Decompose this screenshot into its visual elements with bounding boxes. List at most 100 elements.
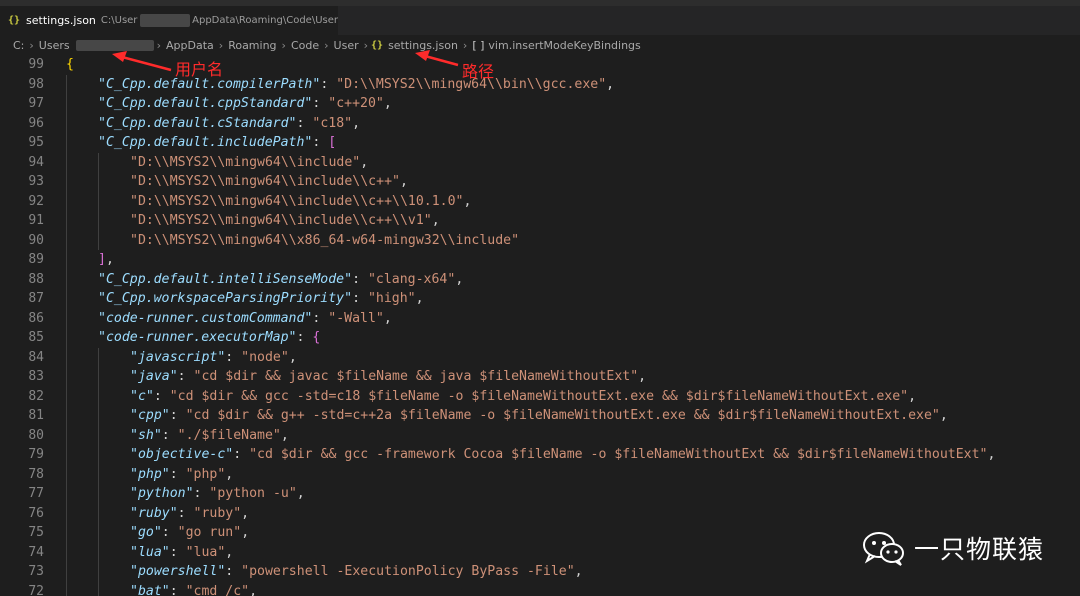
code-line[interactable]: 91 "D:\\MSYS2\\mingw64\\include\\c++\\v1"… bbox=[0, 211, 1080, 231]
json-string: "D:\\MSYS2\\mingw64\\include\\c++\\v1" bbox=[130, 213, 432, 228]
code-line[interactable]: 87 "C_Cpp.workspaceParsingPriority": "hig… bbox=[0, 289, 1080, 309]
chevron-right-icon: › bbox=[218, 38, 224, 52]
json-key: "C_Cpp.default.cStandard" bbox=[98, 115, 297, 131]
breadcrumb-users[interactable]: Users bbox=[39, 39, 70, 52]
line-number: 92 bbox=[28, 193, 44, 209]
code-line[interactable]: 78 "php": "php", bbox=[0, 465, 1080, 485]
code-line[interactable]: 93 "D:\\MSYS2\\mingw64\\include\\c++", bbox=[0, 172, 1080, 192]
code-text: "python": "python -u", bbox=[130, 484, 305, 504]
json-punctuation: , bbox=[939, 408, 948, 423]
code-text: "ruby": "ruby", bbox=[130, 504, 249, 524]
code-text: "code-runner.customCommand": "-Wall", bbox=[98, 309, 392, 329]
json-punctuation: : bbox=[161, 525, 178, 540]
json-punctuation: : bbox=[320, 76, 337, 92]
code-line[interactable]: 95 "C_Cpp.default.includePath": [ bbox=[0, 133, 1080, 153]
json-punctuation: , bbox=[574, 564, 583, 579]
json-string: "go run" bbox=[177, 525, 242, 540]
json-punctuation: : bbox=[352, 271, 368, 287]
redacted-username bbox=[140, 14, 191, 27]
json-key: "sh" bbox=[130, 427, 162, 443]
code-line[interactable]: 84 "javascript": "node", bbox=[0, 348, 1080, 368]
json-string: "php" bbox=[185, 466, 226, 482]
code-line[interactable]: 99 { bbox=[0, 55, 1080, 75]
json-key: "java" bbox=[130, 369, 178, 384]
code-line[interactable]: 90 "D:\\MSYS2\\mingw64\\x86_64-w64-mingw3… bbox=[0, 231, 1080, 251]
json-punctuation: : bbox=[153, 388, 170, 404]
json-string: "cd $dir && gcc -framework Cocoa $fileNa… bbox=[249, 447, 988, 462]
json-punctuation: , bbox=[225, 466, 234, 482]
chevron-right-icon: › bbox=[363, 38, 369, 52]
json-punctuation: : bbox=[296, 115, 313, 131]
redacted-username bbox=[75, 39, 154, 51]
line-number: 86 bbox=[28, 310, 44, 326]
json-key: "code-runner.executorMap" bbox=[98, 330, 297, 345]
code-line[interactable]: 97 "C_Cpp.default.cppStandard": "c++20", bbox=[0, 94, 1080, 114]
json-string: "powershell -ExecutionPolicy ByPass -Fil… bbox=[241, 564, 575, 579]
json-punctuation: , bbox=[415, 291, 424, 306]
line-number: 94 bbox=[28, 154, 44, 170]
code-text: "php": "php", bbox=[130, 465, 233, 485]
json-key: "c" bbox=[130, 388, 154, 404]
watermark: 一只物联猿 bbox=[862, 530, 1044, 566]
code-line[interactable]: 85 "code-runner.executorMap": { bbox=[0, 328, 1080, 348]
code-line[interactable]: 96 "C_Cpp.default.cStandard": "c18", bbox=[0, 114, 1080, 134]
code-line[interactable]: 79 "objective-c": "cd $dir && gcc -framew… bbox=[0, 445, 1080, 465]
breadcrumb-appdata[interactable]: AppData bbox=[166, 39, 214, 52]
json-string: "cd $dir && gcc -std=c18 $fileName -o $f… bbox=[169, 388, 909, 404]
json-string: "D:\\MSYS2\\mingw64\\include" bbox=[130, 154, 361, 170]
json-key: "objective-c" bbox=[130, 447, 234, 462]
code-line[interactable]: 83 "java": "cd $dir && javac $fileName &&… bbox=[0, 367, 1080, 387]
breadcrumb-code[interactable]: Code bbox=[291, 39, 319, 52]
breadcrumb-roaming[interactable]: Roaming bbox=[228, 39, 276, 52]
code-line[interactable]: 82 "c": "cd $dir && gcc -std=c18 $fileNam… bbox=[0, 387, 1080, 407]
code-text: "lua": "lua", bbox=[130, 543, 233, 563]
breadcrumb-symbol[interactable]: vim.insertModeKeyBindings bbox=[488, 39, 640, 52]
code-line[interactable]: 88 "C_Cpp.default.intelliSenseMode": "cla… bbox=[0, 270, 1080, 290]
code-text: { bbox=[66, 55, 74, 75]
json-key: "ruby" bbox=[130, 505, 178, 521]
breadcrumb-file[interactable]: settings.json bbox=[388, 39, 458, 52]
code-text: "D:\\MSYS2\\mingw64\\include\\c++\\v1", bbox=[130, 211, 440, 231]
json-key: "php" bbox=[130, 466, 170, 482]
line-number: 79 bbox=[28, 447, 44, 462]
breadcrumb-user[interactable]: User bbox=[334, 39, 359, 52]
json-string: "python -u" bbox=[209, 486, 297, 501]
code-editor[interactable]: 99 {98 "C_Cpp.default.compilerPath": "D:\\… bbox=[0, 55, 1080, 596]
json-key: "python" bbox=[130, 486, 194, 501]
code-line[interactable]: 98 "C_Cpp.default.compilerPath": "D:\\MSY… bbox=[0, 75, 1080, 95]
json-punctuation: { bbox=[312, 330, 321, 345]
code-line[interactable]: 94 "D:\\MSYS2\\mingw64\\include", bbox=[0, 153, 1080, 173]
tab-settings-json[interactable]: {} settings.json C:\User AppData\Roaming… bbox=[0, 6, 338, 35]
json-punctuation: , bbox=[431, 213, 440, 228]
json-key: "C_Cpp.workspaceParsingPriority" bbox=[98, 291, 353, 306]
code-text: "go": "go run", bbox=[130, 523, 249, 543]
json-string: "lua" bbox=[185, 544, 226, 560]
json-string: "node" bbox=[241, 349, 289, 365]
json-key: "lua" bbox=[130, 544, 170, 560]
code-line[interactable]: 81 "cpp": "cd $dir && g++ -std=c++2a $fil… bbox=[0, 406, 1080, 426]
json-string: "c++20" bbox=[328, 96, 384, 111]
code-line[interactable]: 89], bbox=[0, 250, 1080, 270]
json-punctuation: : bbox=[193, 486, 210, 501]
json-string: "./$fileName" bbox=[177, 427, 281, 443]
json-key: "bat" bbox=[130, 583, 170, 596]
tab-path-prefix: C:\User bbox=[100, 15, 138, 26]
code-line[interactable]: 86 "code-runner.customCommand": "-Wall", bbox=[0, 309, 1080, 329]
code-line[interactable]: 76 "ruby": "ruby", bbox=[0, 504, 1080, 524]
line-number: 78 bbox=[28, 466, 44, 482]
line-number: 91 bbox=[28, 213, 44, 228]
json-punctuation: : bbox=[233, 447, 250, 462]
json-string: "high" bbox=[367, 291, 416, 306]
json-string: "cmd /c" bbox=[185, 583, 250, 596]
code-line[interactable]: 77 "python": "python -u", bbox=[0, 484, 1080, 504]
line-number: 84 bbox=[28, 349, 44, 365]
line-number: 90 bbox=[28, 232, 44, 248]
line-number: 75 bbox=[28, 525, 44, 540]
code-line[interactable]: 80 "sh": "./$fileName", bbox=[0, 426, 1080, 446]
line-number: 76 bbox=[28, 505, 44, 521]
line-number: 81 bbox=[28, 408, 44, 423]
code-line[interactable]: 72 "bat": "cmd /c", bbox=[0, 582, 1080, 596]
breadcrumb-drive[interactable]: C: bbox=[13, 39, 24, 52]
code-line[interactable]: 92 "D:\\MSYS2\\mingw64\\include\\c++\\10.… bbox=[0, 192, 1080, 212]
json-string: "-Wall" bbox=[328, 310, 384, 326]
